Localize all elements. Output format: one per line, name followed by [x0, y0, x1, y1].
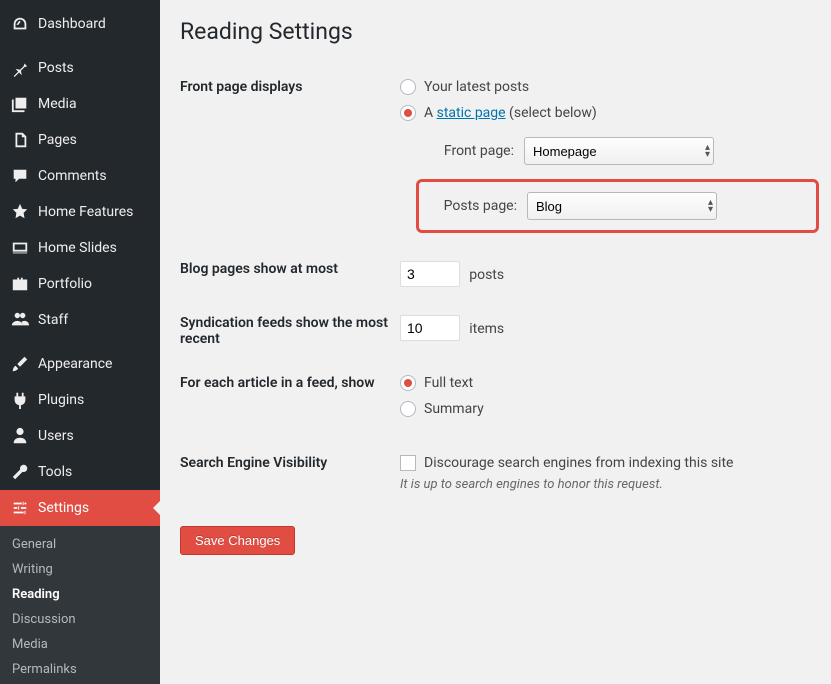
pages-icon: [10, 130, 30, 150]
syndication-input[interactable]: [400, 315, 460, 341]
submenu-writing[interactable]: Writing: [0, 557, 160, 582]
label-search-vis: Search Engine Visibility: [180, 455, 400, 471]
menu-label: Appearance: [38, 356, 112, 372]
submenu-media[interactable]: Media: [0, 632, 160, 657]
menu-staff[interactable]: Staff: [0, 302, 160, 338]
blog-pages-unit: posts: [469, 267, 504, 283]
portfolio-icon: [10, 274, 30, 294]
page-title: Reading Settings: [180, 18, 811, 45]
star-icon: [10, 202, 30, 222]
menu-home-features[interactable]: Home Features: [0, 194, 160, 230]
menu-label: Home Slides: [38, 240, 117, 256]
user-icon: [10, 426, 30, 446]
menu-label: Tools: [38, 464, 72, 480]
menu-label: Plugins: [38, 392, 84, 408]
submenu-permalinks[interactable]: Permalinks: [0, 657, 160, 682]
menu-users[interactable]: Users: [0, 418, 160, 454]
static-page-link[interactable]: static page: [437, 105, 506, 121]
dashboard-icon: [10, 14, 30, 34]
menu-label: Dashboard: [38, 16, 106, 32]
label-feed-content: For each article in a feed, show: [180, 375, 400, 391]
radio-static-text: A static page (select below): [424, 105, 597, 121]
menu-dashboard[interactable]: Dashboard: [0, 6, 160, 42]
wrench-icon: [10, 462, 30, 482]
syndication-unit: items: [469, 321, 504, 337]
menu-label: Posts: [38, 60, 74, 76]
submenu-general[interactable]: General: [0, 532, 160, 557]
front-page-select[interactable]: Homepage: [524, 137, 714, 165]
plug-icon: [10, 390, 30, 410]
radio-latest-posts-label[interactable]: Your latest posts: [400, 79, 811, 95]
search-vis-desc: It is up to search engines to honor this…: [400, 477, 811, 492]
menu-pages[interactable]: Pages: [0, 122, 160, 158]
check-search-vis-text: Discourage search engines from indexing …: [424, 455, 733, 471]
menu-label: Settings: [38, 500, 89, 516]
menu-settings[interactable]: Settings: [0, 490, 160, 526]
radio-summary-label[interactable]: Summary: [400, 401, 811, 417]
sliders-icon: [10, 498, 30, 518]
label-syndication: Syndication feeds show the most recent: [180, 315, 400, 347]
blog-pages-input[interactable]: [400, 261, 460, 287]
menu-label: Pages: [38, 132, 77, 148]
settings-submenu: General Writing Reading Discussion Media…: [0, 526, 160, 684]
check-search-vis[interactable]: [400, 455, 416, 471]
menu-label: Portfolio: [38, 276, 92, 292]
posts-page-select-label: Posts page:: [427, 198, 517, 214]
menu-media[interactable]: Media: [0, 86, 160, 122]
row-syndication: Syndication feeds show the most recent i…: [180, 301, 811, 361]
posts-page-select-row: Posts page: Blog ▴▾: [416, 179, 819, 233]
row-blog-pages: Blog pages show at most posts: [180, 247, 811, 301]
page-selects: Front page: Homepage ▴▾ Posts page:: [424, 137, 811, 233]
pin-icon: [10, 58, 30, 78]
label-front-page: Front page displays: [180, 79, 400, 95]
media-icon: [10, 94, 30, 114]
slides-icon: [10, 238, 30, 258]
submenu-reading[interactable]: Reading: [0, 582, 160, 607]
radio-summary[interactable]: [400, 401, 416, 417]
menu-label: Media: [38, 96, 77, 112]
check-search-vis-label[interactable]: Discourage search engines from indexing …: [400, 455, 811, 471]
row-front-page: Front page displays Your latest posts A …: [180, 65, 811, 247]
front-page-select-row: Front page: Homepage ▴▾: [424, 137, 811, 165]
radio-full-text[interactable]: [400, 375, 416, 391]
row-feed-content: For each article in a feed, show Full te…: [180, 361, 811, 441]
menu-tools[interactable]: Tools: [0, 454, 160, 490]
label-blog-pages: Blog pages show at most: [180, 261, 400, 277]
radio-summary-text: Summary: [424, 401, 484, 417]
posts-page-select[interactable]: Blog: [527, 192, 717, 220]
menu-comments[interactable]: Comments: [0, 158, 160, 194]
row-search-vis: Search Engine Visibility Discourage sear…: [180, 441, 811, 506]
menu-label: Users: [38, 428, 74, 444]
radio-latest-text: Your latest posts: [424, 79, 529, 95]
menu-plugins[interactable]: Plugins: [0, 382, 160, 418]
content-area: Reading Settings Front page displays You…: [160, 0, 831, 684]
menu-top: Dashboard: [0, 0, 160, 42]
comment-icon: [10, 166, 30, 186]
admin-sidebar: Dashboard Posts Media Pages Comments Hom…: [0, 0, 160, 684]
radio-latest-posts[interactable]: [400, 79, 416, 95]
menu-portfolio[interactable]: Portfolio: [0, 266, 160, 302]
menu-label: Comments: [38, 168, 107, 184]
brush-icon: [10, 354, 30, 374]
radio-full-text-label[interactable]: Full text: [400, 375, 811, 391]
radio-static-page-label[interactable]: A static page (select below): [400, 105, 811, 121]
menu-posts[interactable]: Posts: [0, 50, 160, 86]
radio-full-text-text: Full text: [424, 375, 473, 391]
menu-label: Staff: [38, 312, 68, 328]
front-page-select-label: Front page:: [424, 143, 514, 159]
save-button[interactable]: Save Changes: [180, 526, 295, 555]
menu-label: Home Features: [38, 204, 133, 220]
menu-home-slides[interactable]: Home Slides: [0, 230, 160, 266]
users-icon: [10, 310, 30, 330]
radio-static-page[interactable]: [400, 105, 416, 121]
settings-form: Front page displays Your latest posts A …: [180, 65, 811, 506]
submenu-discussion[interactable]: Discussion: [0, 607, 160, 632]
menu-appearance[interactable]: Appearance: [0, 346, 160, 382]
